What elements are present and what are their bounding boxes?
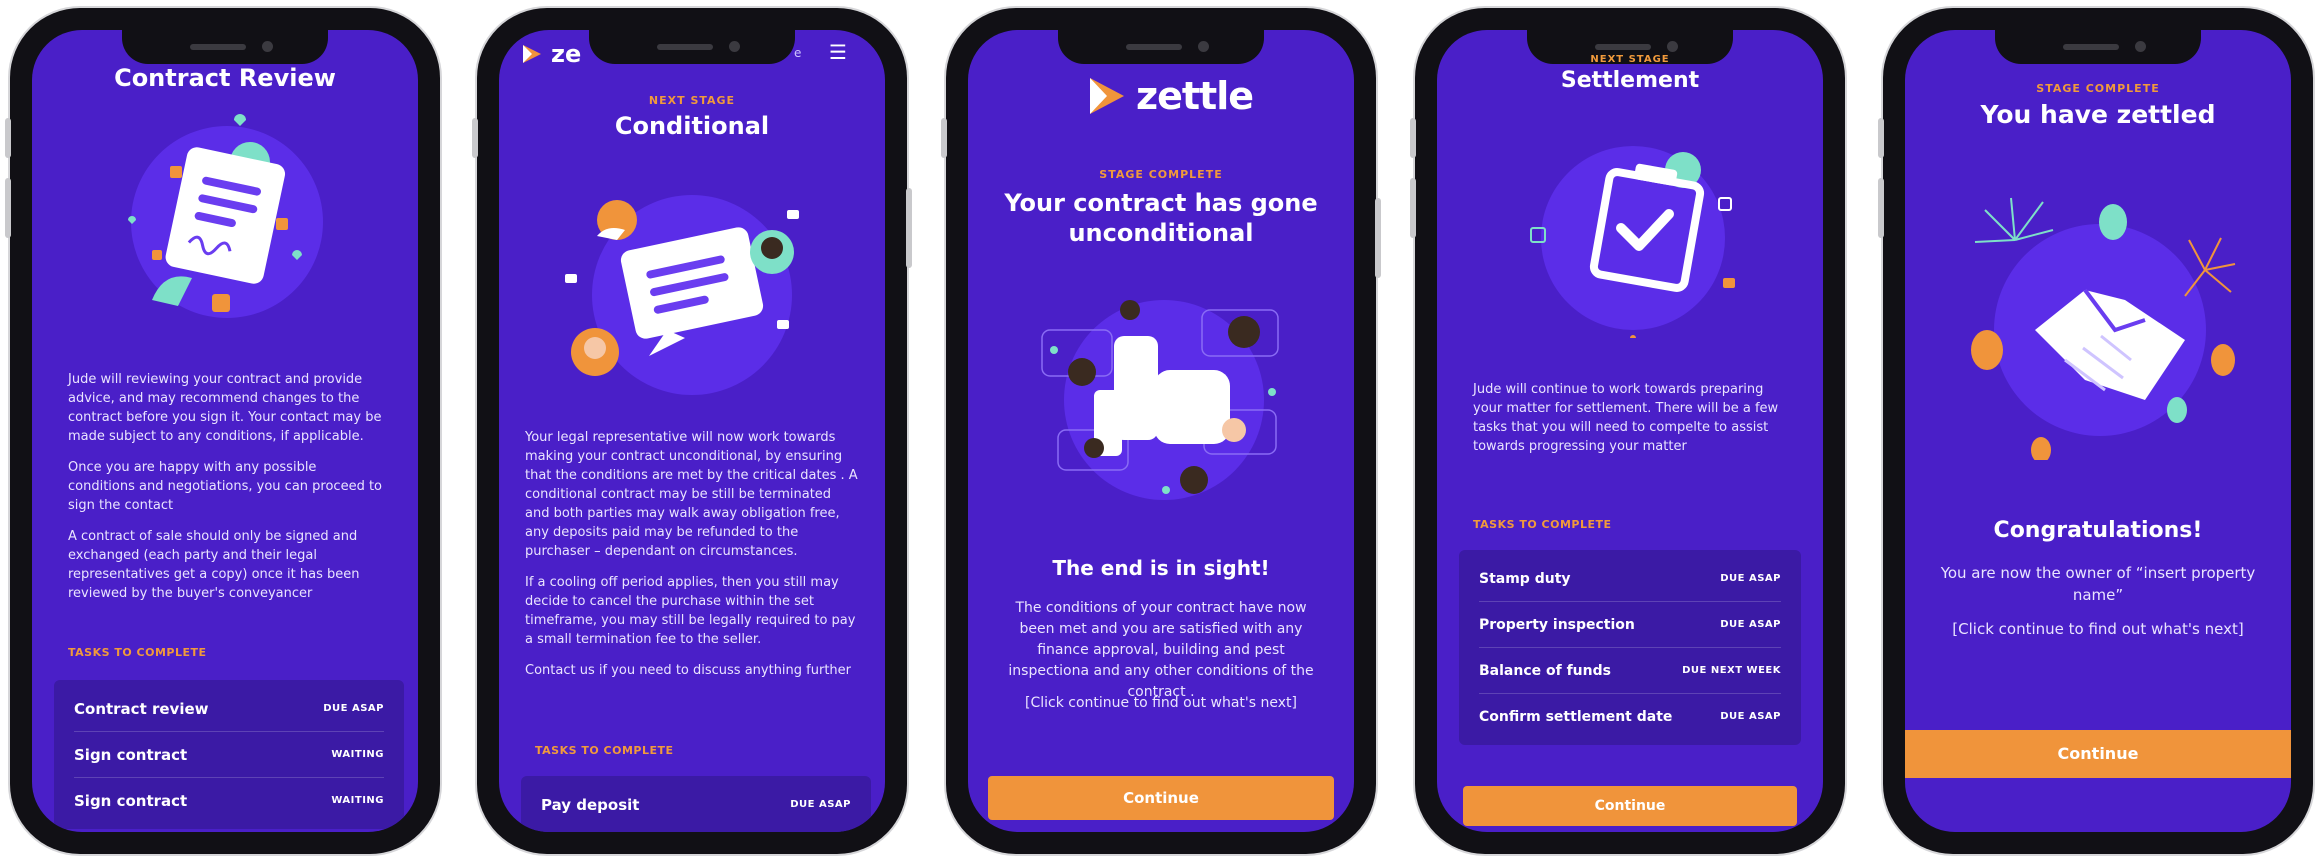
side-button <box>1878 178 1884 238</box>
notch <box>589 30 795 64</box>
task-name: Pay deposit <box>541 795 640 814</box>
side-button <box>906 188 912 268</box>
side-button <box>1375 198 1381 278</box>
tasks-label: TASKS TO COMPLETE <box>68 646 207 659</box>
paragraph: If a cooling off period applies, then yo… <box>525 575 856 647</box>
paragraph: Once you are happy with any possible con… <box>68 460 383 513</box>
side-button <box>1410 178 1416 238</box>
screen-conditional: ze e ☰ NEXT STAGE Conditional Your legal… <box>499 30 885 832</box>
clipboard-checklist-illustration <box>1530 146 1735 338</box>
page-title: You have zettled <box>1980 100 2216 129</box>
paragraph: Jude will reviewing your contract and pr… <box>68 372 382 444</box>
side-button <box>941 118 947 158</box>
task-name: Sign contract <box>74 745 188 764</box>
continue-hint: [Click continue to find out what's next] <box>1025 695 1297 711</box>
side-button <box>1878 118 1884 158</box>
page-title: Contract Review <box>114 64 336 92</box>
task-status: DUE ASAP <box>1720 619 1781 630</box>
task-row[interactable]: Sign contract WAITING <box>74 732 384 778</box>
tasks-card: Contract review DUE ASAP Sign contract W… <box>54 680 404 829</box>
continue-button[interactable]: Continue <box>1463 786 1797 826</box>
intro-text: Jude will reviewing your contract and pr… <box>68 370 382 603</box>
intro-text: Your legal representative will now work … <box>525 428 859 680</box>
subtitle: The end is in sight! <box>1052 556 1270 580</box>
phone-frame-zettled: STAGE COMPLETE You have zettled Congratu… <box>1878 8 2313 854</box>
body-paragraph: You are now the owner of “insert propert… <box>1940 564 2256 604</box>
notch <box>122 30 328 64</box>
task-name: Sign contract <box>74 791 188 810</box>
tasks-label: TASKS TO COMPLETE <box>1473 518 1612 531</box>
side-button <box>5 178 11 238</box>
stage-eyebrow: NEXT STAGE <box>1590 54 1670 65</box>
task-status: WAITING <box>331 795 384 806</box>
task-status: WAITING <box>331 749 384 760</box>
task-name: Stamp duty <box>1479 570 1571 587</box>
screen-zettled: STAGE COMPLETE You have zettled Congratu… <box>1905 30 2291 832</box>
screen-contract-review: Contract Review Jude will reviewing your <box>32 30 418 832</box>
task-status: DUE NEXT WEEK <box>1682 665 1781 676</box>
task-row[interactable]: Confirm settlement date DUE ASAP <box>1479 694 1781 739</box>
task-status: DUE ASAP <box>790 799 851 810</box>
task-row[interactable]: Stamp duty DUE ASAP <box>1479 556 1781 602</box>
contract-document-illustration <box>128 114 323 318</box>
header-text-partial: e <box>794 46 802 60</box>
brand-logo: ze <box>521 40 581 68</box>
zettle-logo-icon <box>523 45 541 63</box>
task-row[interactable]: Contract review DUE ASAP <box>74 686 384 732</box>
logo-text: zettle <box>1136 74 1254 118</box>
screen-settlement: NEXT STAGE Settlement Jude will continue… <box>1437 30 1823 832</box>
side-button <box>472 118 478 158</box>
task-status: DUE ASAP <box>323 703 384 714</box>
phone-frame-unconditional: zettle STAGE COMPLETE Your contract has … <box>941 8 1381 854</box>
page-title: Your contract has gone unconditional <box>1004 189 1318 247</box>
side-button <box>5 118 11 158</box>
page-title: Settlement <box>1560 68 1700 93</box>
notch <box>1058 30 1264 64</box>
tasks-card: Pay deposit DUE ASAP <box>521 776 871 832</box>
tasks-card: Stamp duty DUE ASAP Property inspection … <box>1459 550 1801 745</box>
conditional-chat-illustration <box>565 195 799 395</box>
task-name: Property inspection <box>1479 616 1635 633</box>
task-row[interactable]: Pay deposit DUE ASAP <box>541 782 851 827</box>
hamburger-menu-icon[interactable]: ☰ <box>829 40 847 64</box>
phone-frame-contract-review: Contract Review Jude will reviewing your <box>5 8 440 854</box>
paragraph: A contract of sale should only be signed… <box>68 529 360 601</box>
continue-hint: [Click continue to find out what's next] <box>1952 620 2244 638</box>
phone-frame-settlement: NEXT STAGE Settlement Jude will continue… <box>1410 8 1845 854</box>
subtitle: Congratulations! <box>1993 518 2203 543</box>
paragraph: Your legal representative will now work … <box>525 430 858 559</box>
continue-button[interactable]: Continue <box>1905 730 2291 778</box>
screen-unconditional: zettle STAGE COMPLETE Your contract has … <box>968 30 1354 832</box>
zettle-logo-icon <box>1090 78 1124 114</box>
tasks-label: TASKS TO COMPLETE <box>535 744 674 757</box>
task-status: DUE ASAP <box>1720 573 1781 584</box>
continue-button[interactable]: Continue <box>988 776 1334 820</box>
task-name: Contract review <box>74 699 209 718</box>
page-title: Conditional <box>614 112 770 140</box>
paragraph: Contact us if you need to discuss anythi… <box>525 663 852 678</box>
side-button <box>1410 118 1416 158</box>
notch <box>1995 30 2201 64</box>
handshake-celebration-illustration <box>1971 197 2236 460</box>
task-status: DUE ASAP <box>1720 711 1781 722</box>
thumbs-up-illustration <box>1041 300 1279 500</box>
body-paragraph: The conditions of your contract have now… <box>1008 600 1314 700</box>
stage-eyebrow: STAGE COMPLETE <box>2036 82 2160 95</box>
stage-eyebrow: STAGE COMPLETE <box>1099 168 1223 181</box>
logo-text: ze <box>551 40 582 68</box>
task-name: Balance of funds <box>1479 662 1611 679</box>
stage-eyebrow: NEXT STAGE <box>648 94 736 107</box>
task-row[interactable]: Sign contract WAITING <box>74 778 384 823</box>
task-row[interactable]: Balance of funds DUE NEXT WEEK <box>1479 648 1781 694</box>
phone-frame-conditional: ze e ☰ NEXT STAGE Conditional Your legal… <box>472 8 912 854</box>
task-name: Confirm settlement date <box>1479 708 1673 725</box>
body-paragraph: Jude will continue to work towards prepa… <box>1473 382 1779 454</box>
task-row[interactable]: Property inspection DUE ASAP <box>1479 602 1781 648</box>
brand-logo: zettle <box>1088 74 1254 118</box>
